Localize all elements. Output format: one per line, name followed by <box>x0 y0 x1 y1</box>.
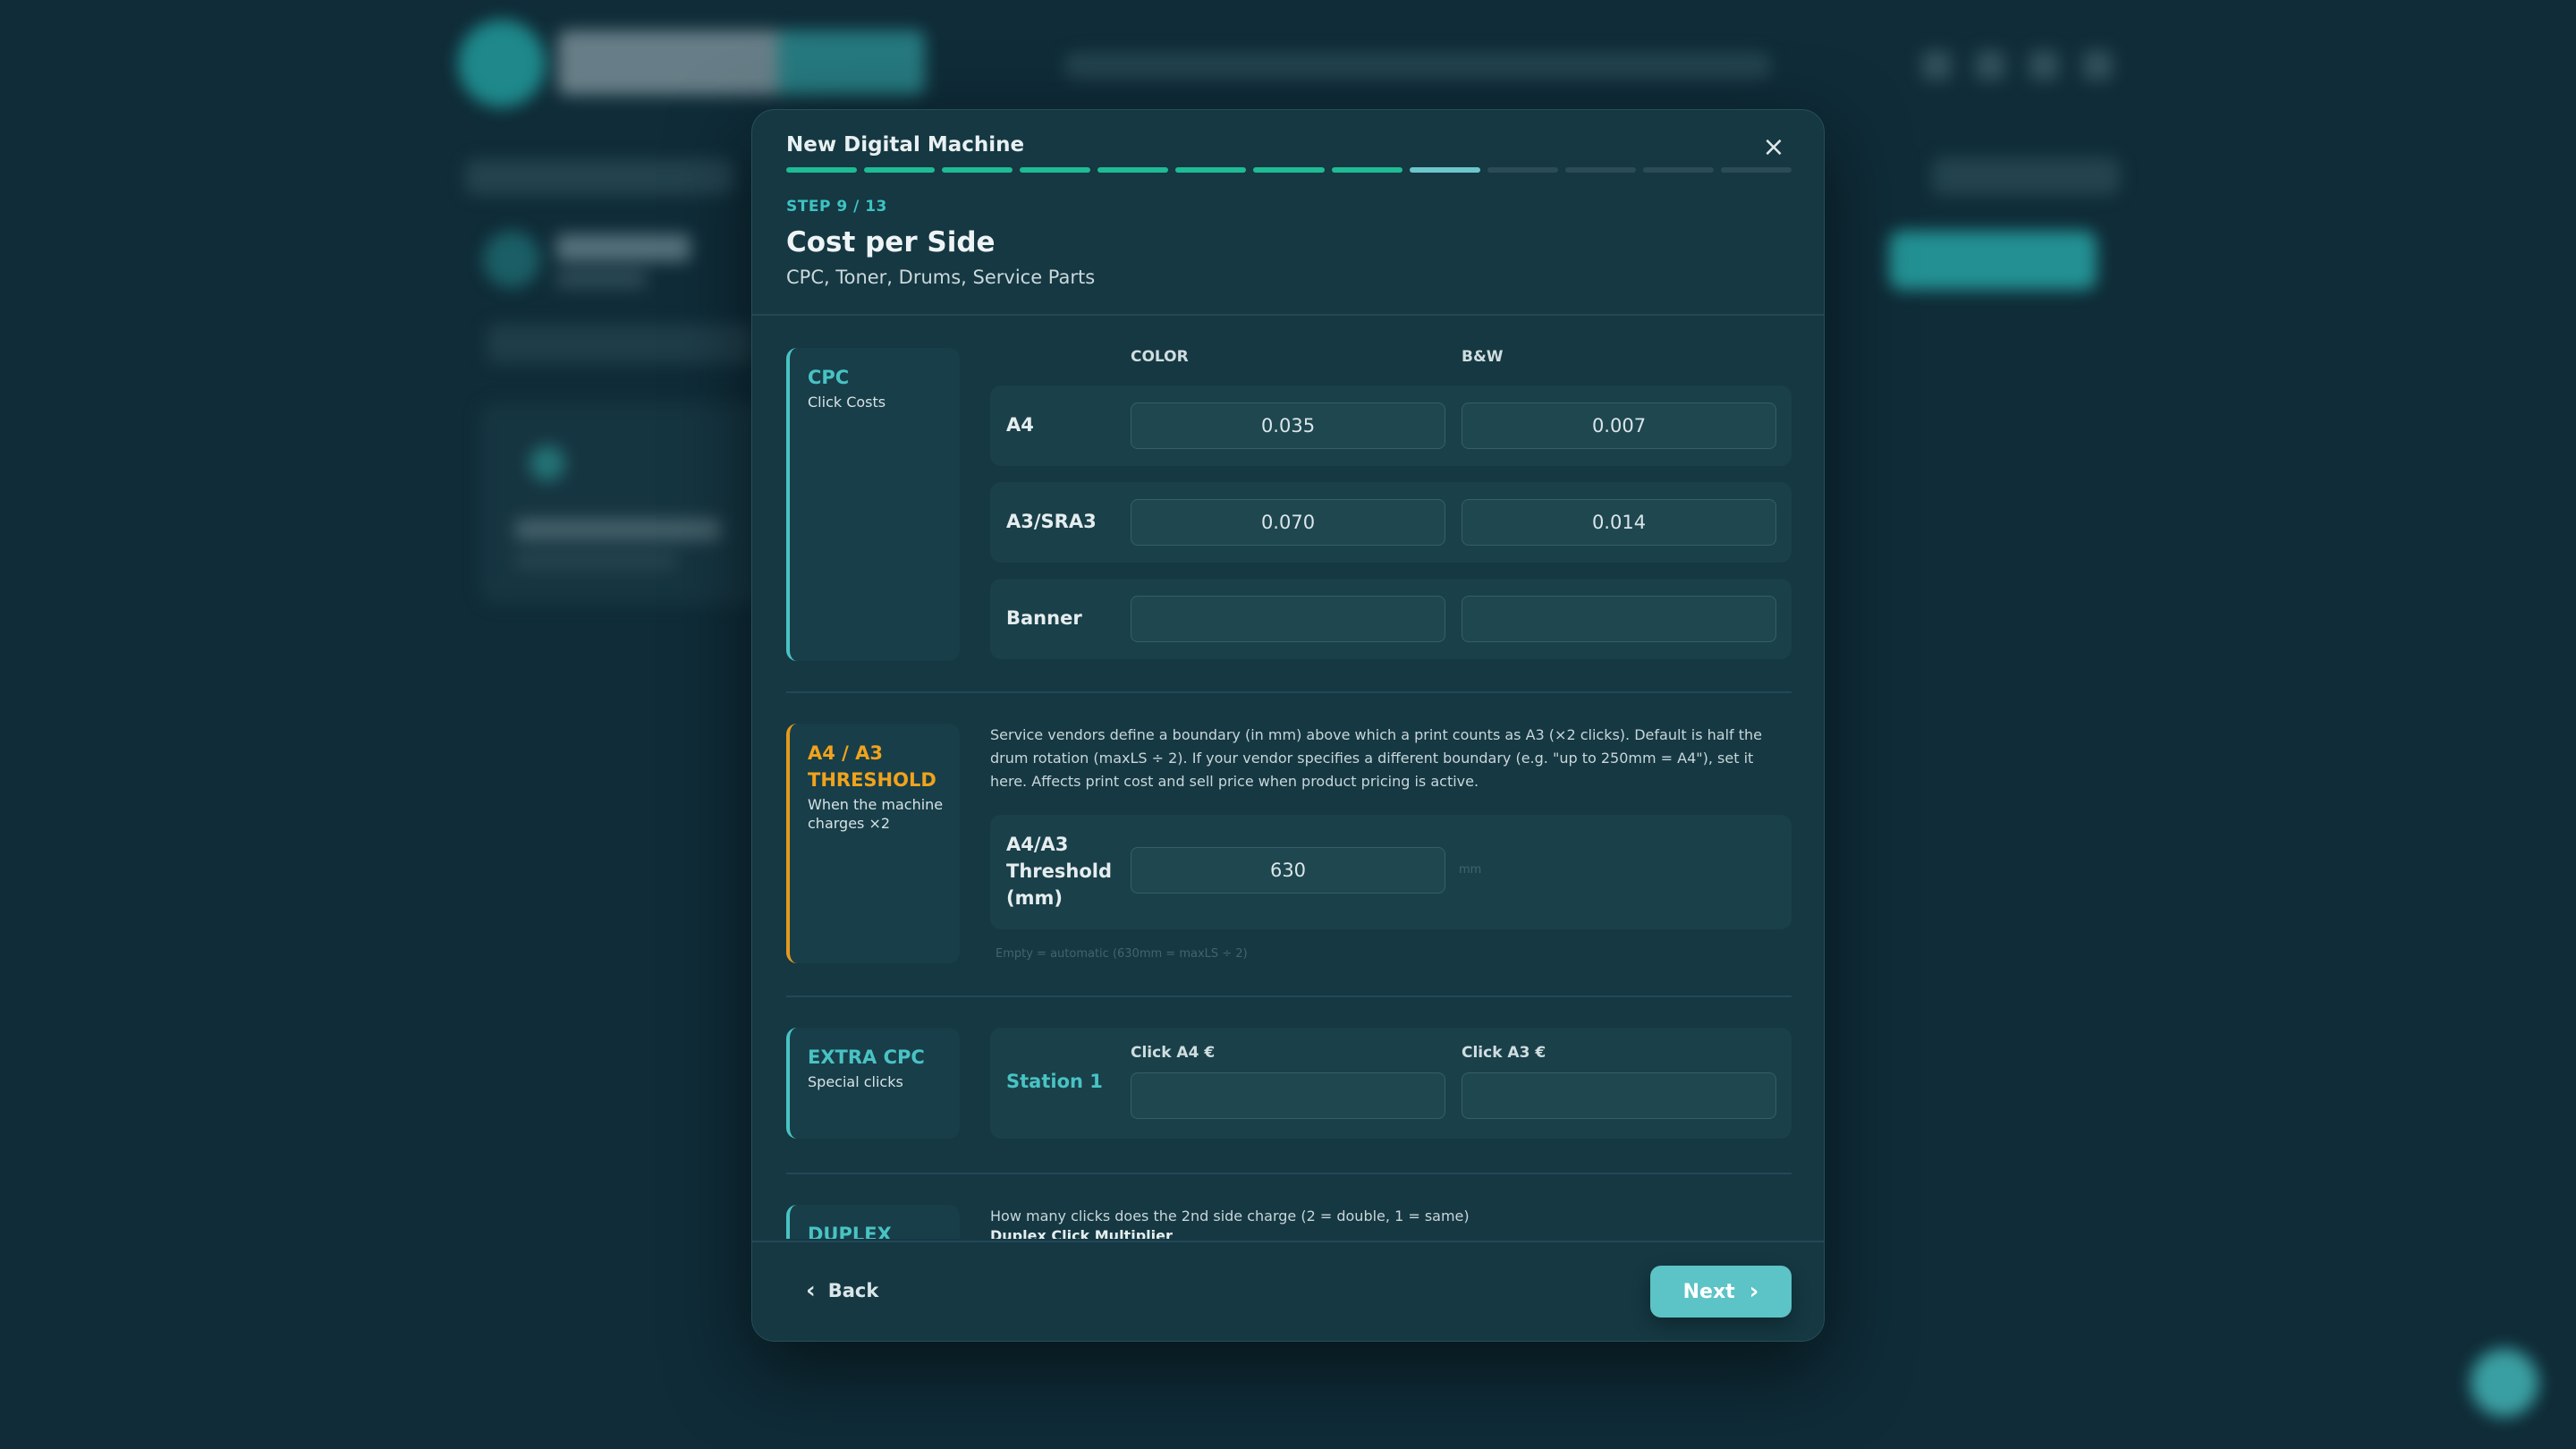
page-title: Cost per Side <box>786 226 996 258</box>
new-machine-modal: New Digital Machine × STEP 9 / 13 Cost p… <box>751 109 1825 1342</box>
view-toggle <box>1932 157 2120 195</box>
a3-color-input[interactable] <box>1131 499 1445 546</box>
station1-a3-input[interactable] <box>1462 1072 1776 1119</box>
a3-bw-input[interactable] <box>1462 499 1776 546</box>
a4-bw-input[interactable] <box>1462 402 1776 449</box>
top-nav <box>1064 52 1771 79</box>
card-title <box>515 519 721 540</box>
logo-wordmark <box>558 30 925 95</box>
cpc-row-banner: Banner <box>990 579 1792 659</box>
row-label: A3/SRA3 <box>1006 511 1097 532</box>
extra-cpc-row: Click A4 € Click A3 € Station 1 <box>990 1028 1792 1139</box>
extra-cpc-label-card: EXTRA CPC Special clicks <box>786 1028 960 1139</box>
station1-a4-input[interactable] <box>1131 1072 1445 1119</box>
page-tabs <box>465 159 733 195</box>
cpc-label-card: CPC Click Costs <box>786 348 960 661</box>
progress-segment <box>864 167 936 173</box>
duplex-title: DUPLEX <box>808 1224 892 1239</box>
cpc-title: CPC <box>808 367 850 388</box>
cpc-section: CPC Click Costs COLOR B&W A4 A3/SRA3 Ban… <box>786 348 1792 661</box>
threshold-field-label: A4/A3 Threshold (mm) <box>1006 834 1112 909</box>
page-subtitle: CPC, Toner, Drums, Service Parts <box>786 267 1096 288</box>
duplex-section: DUPLEX How many clicks does the 2nd side… <box>786 1205 1792 1239</box>
col-click-a3: Click A3 € <box>1462 1044 1546 1062</box>
row-label: A4 <box>1006 414 1034 436</box>
card-icon <box>530 445 565 481</box>
extra-cpc-desc: Special clicks <box>808 1073 903 1090</box>
row-label: Banner <box>1006 607 1082 629</box>
page-heading <box>556 234 691 261</box>
threshold-unit: mm <box>1459 863 1482 877</box>
modal-title: New Digital Machine <box>786 133 1025 157</box>
threshold-hint: Empty = automatic (630mm = maxLS ÷ 2) <box>996 947 1248 961</box>
section-divider <box>786 1173 1792 1174</box>
threshold-row: A4/A3 Threshold (mm) mm <box>990 815 1792 929</box>
progress-segment <box>1409 167 1480 173</box>
modal-body[interactable]: CPC Click Costs COLOR B&W A4 A3/SRA3 Ban… <box>752 316 1824 1239</box>
help-float-icon <box>2470 1349 2538 1417</box>
banner-bw-input[interactable] <box>1462 596 1776 642</box>
card-subtitle <box>515 553 676 569</box>
user-icon <box>2082 50 2113 80</box>
progress-segment <box>1175 167 1247 173</box>
progress-segment <box>1097 167 1169 173</box>
cpc-row-a4: A4 <box>990 386 1792 466</box>
back-button[interactable]: ‹ Back <box>806 1269 878 1312</box>
section-divider <box>786 691 1792 693</box>
add-machine-button <box>1889 231 2097 290</box>
threshold-section: A4 / A3 THRESHOLD When the machine charg… <box>786 724 1792 967</box>
threshold-desc: When the machine charges ×2 <box>808 796 944 832</box>
duplex-label-card: DUPLEX <box>786 1205 960 1239</box>
cpc-row-a3: A3/SRA3 <box>990 482 1792 563</box>
close-icon[interactable]: × <box>1756 130 1792 165</box>
banner-color-input[interactable] <box>1131 596 1445 642</box>
next-label: Next <box>1682 1280 1735 1303</box>
col-color: COLOR <box>1131 348 1189 366</box>
back-label: Back <box>827 1280 879 1301</box>
progress-segment <box>786 167 858 173</box>
threshold-title: A4 / A3 THRESHOLD <box>808 742 936 791</box>
chevron-left-icon: ‹ <box>806 1277 816 1304</box>
filter-chips <box>487 324 755 363</box>
page-subheading <box>556 270 646 288</box>
help-icon <box>2029 50 2059 80</box>
bell-icon <box>1921 50 1952 80</box>
next-button[interactable]: Next › <box>1650 1266 1792 1318</box>
machine-avatar <box>483 231 540 288</box>
modal-footer: ‹ Back Next › <box>752 1241 1824 1341</box>
station-label: Station 1 <box>1006 1071 1103 1092</box>
progress-segment <box>1564 167 1636 173</box>
col-click-a4: Click A4 € <box>1131 1044 1216 1062</box>
settings-icon <box>1975 50 2005 80</box>
threshold-note: Service vendors define a boundary (in mm… <box>990 726 1762 790</box>
progress-segment <box>1720 167 1792 173</box>
duplex-field-label: Duplex Click Multiplier <box>990 1227 1173 1239</box>
progress-segment <box>942 167 1013 173</box>
modal-header: New Digital Machine × STEP 9 / 13 Cost p… <box>752 110 1824 316</box>
threshold-input[interactable] <box>1131 847 1445 894</box>
extra-cpc-section: EXTRA CPC Special clicks Click A4 € Clic… <box>786 1028 1792 1139</box>
machine-card <box>479 402 766 605</box>
progress-segment <box>1642 167 1714 173</box>
a4-color-input[interactable] <box>1131 402 1445 449</box>
extra-cpc-title: EXTRA CPC <box>808 1046 925 1068</box>
step-progress <box>786 167 1792 173</box>
progress-segment <box>1253 167 1325 173</box>
threshold-label-card: A4 / A3 THRESHOLD When the machine charg… <box>786 724 960 963</box>
chevron-right-icon: › <box>1749 1278 1759 1305</box>
progress-segment <box>1331 167 1402 173</box>
section-divider <box>786 996 1792 997</box>
progress-segment <box>1487 167 1558 173</box>
logo-icon <box>458 20 546 107</box>
progress-segment <box>1020 167 1091 173</box>
cpc-desc: Click Costs <box>808 394 886 411</box>
step-label: STEP 9 / 13 <box>786 198 887 216</box>
col-bw: B&W <box>1462 348 1504 366</box>
